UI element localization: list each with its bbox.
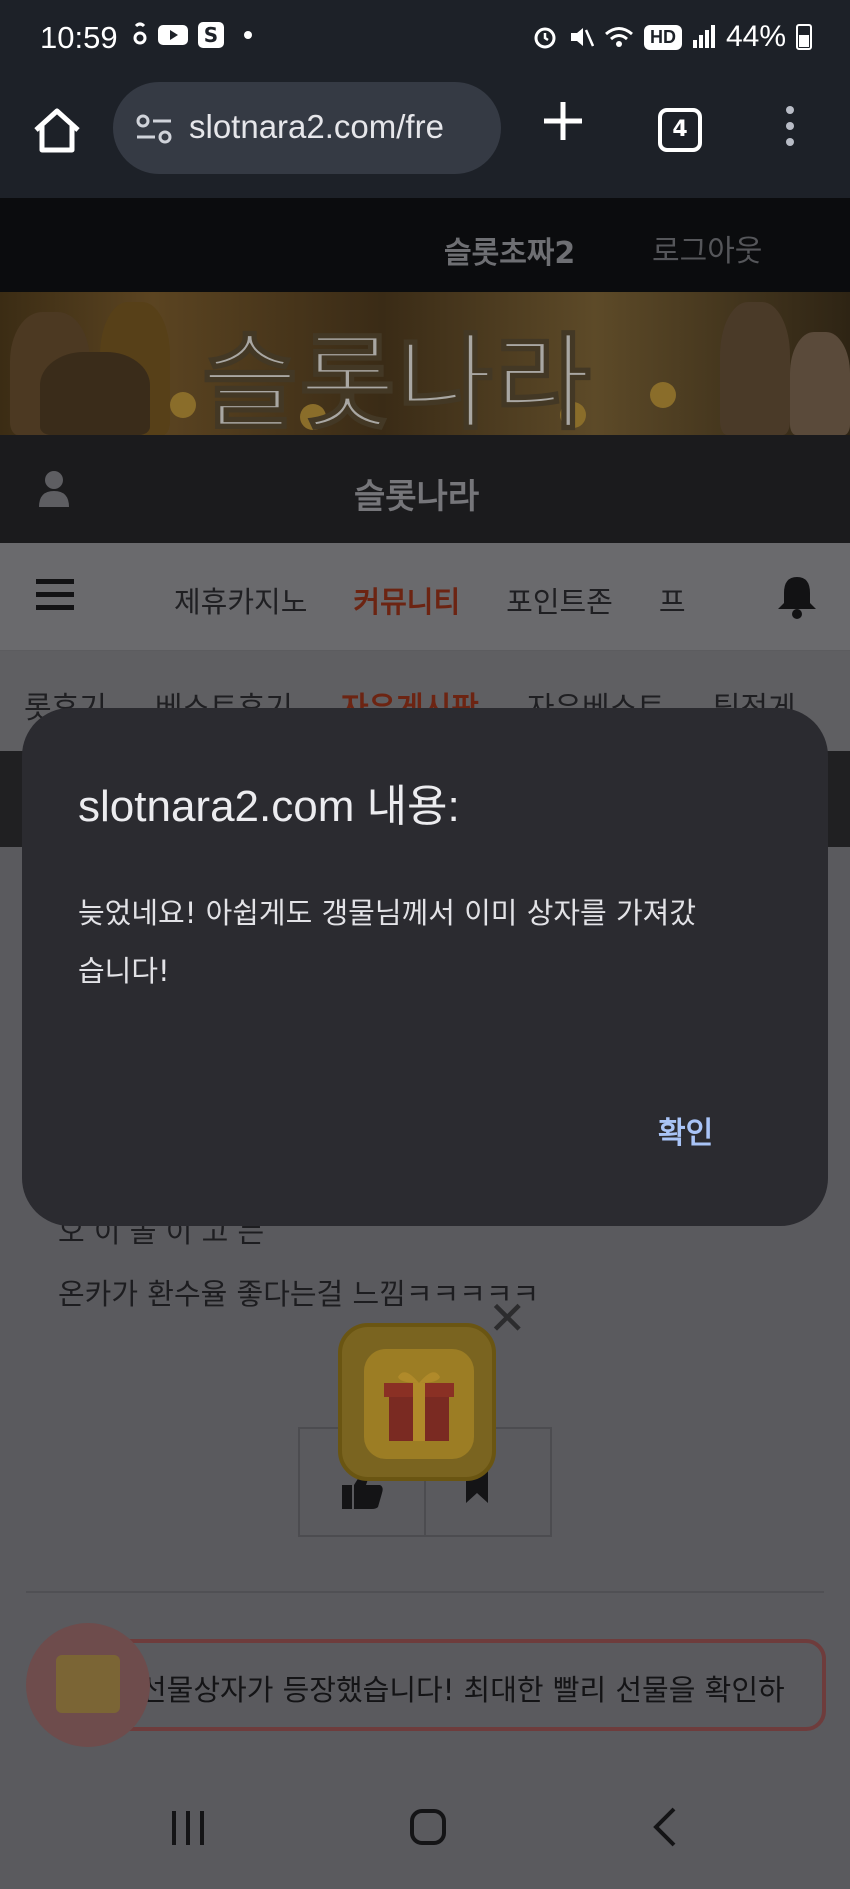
dialog-message: 늦었네요! 아쉽게도 갱물님께서 이미 상자를 가져갔습니다! (78, 896, 696, 988)
bell-icon[interactable] (776, 573, 818, 619)
tab-switcher-button[interactable]: 4 (658, 108, 702, 152)
category-item-active[interactable]: 커뮤니티 (353, 579, 460, 621)
gift-close-icon[interactable]: ✕ (488, 1295, 527, 1341)
dialog-title: slotnara2.com 내용: (78, 782, 460, 831)
screen: 10:59 S HD 44% slotnara2.com/fre 4 슬롯초짜2 (0, 0, 850, 1889)
notification-icons: S (132, 22, 258, 48)
dialog-ok-button[interactable]: 확인 (658, 1108, 713, 1152)
gift-notice-text: 선물상자가 등장했습니다! 최대한 빨리 선물을 확인하 (140, 1673, 785, 1707)
browser-toolbar: slotnara2.com/fre 4 (0, 80, 850, 198)
post-line: 온카가 환수율 좋다는걸 느낌ㅋㅋㅋㅋㅋ (58, 1277, 540, 1311)
logout-link[interactable]: 로그아웃 (652, 226, 762, 270)
gift-icon (56, 1655, 120, 1713)
category-item[interactable]: 프 (659, 579, 686, 621)
svg-text:S: S (204, 23, 218, 47)
url-bar[interactable]: slotnara2.com/fre (113, 82, 501, 174)
youtube-icon (158, 25, 188, 45)
home-button[interactable] (30, 104, 84, 158)
status-bar: 10:59 S HD 44% (0, 0, 850, 80)
status-time: 10:59 (40, 20, 118, 55)
dot-icon (244, 31, 252, 39)
battery-percent: 44% (725, 20, 786, 53)
alarm-icon (534, 27, 556, 49)
system-status: HD 44% (532, 20, 812, 54)
back-button[interactable] (650, 1805, 680, 1849)
alert-dialog: slotnara2.com 내용: 늦었네요! 아쉽게도 갱물님께서 이미 상자… (22, 708, 828, 1226)
gift-notice-banner[interactable]: 선물상자가 등장했습니다! 최대한 빨리 선물을 확인하 (100, 1639, 826, 1731)
browser-menu-button[interactable] (780, 102, 800, 162)
url-text: slotnara2.com/fre (189, 108, 444, 145)
home-nav-button[interactable] (410, 1809, 446, 1845)
recents-button[interactable] (172, 1811, 204, 1845)
category-items: 제휴카지노 커뮤니티 포인트존 프 (174, 579, 686, 621)
site-top-nav: 슬롯초짜2 로그아웃 (0, 198, 850, 292)
hd-voice-badge: HD (643, 24, 682, 50)
category-item[interactable]: 제휴카지노 (174, 579, 307, 621)
gift-icon (384, 1372, 454, 1441)
battery-icon (796, 24, 812, 50)
site-banner[interactable]: 슬롯나라 (0, 292, 850, 435)
site-title-bar: 슬롯나라 (0, 435, 850, 543)
user-brand-link[interactable]: 슬롯초짜2 (444, 228, 575, 272)
s-app-icon: S (198, 22, 224, 48)
gift-box-popup[interactable] (338, 1323, 496, 1481)
banner-title: 슬롯나라 (201, 321, 593, 435)
floating-gift-button[interactable] (26, 1623, 150, 1747)
category-nav: 제휴카지노 커뮤니티 포인트존 프 (0, 543, 850, 651)
wifi-icon (604, 27, 633, 47)
hamburger-menu-icon[interactable] (36, 579, 74, 618)
user-icon[interactable] (38, 469, 70, 509)
divider (26, 1591, 824, 1593)
site-title[interactable]: 슬롯나라 (354, 469, 479, 518)
new-tab-button[interactable] (538, 96, 588, 146)
category-item[interactable]: 포인트존 (506, 579, 613, 621)
android-nav-bar (0, 1767, 850, 1889)
threads-icon (133, 22, 147, 45)
site-settings-icon[interactable] (135, 112, 173, 146)
signal-icon (692, 25, 715, 48)
mute-icon (570, 28, 594, 47)
